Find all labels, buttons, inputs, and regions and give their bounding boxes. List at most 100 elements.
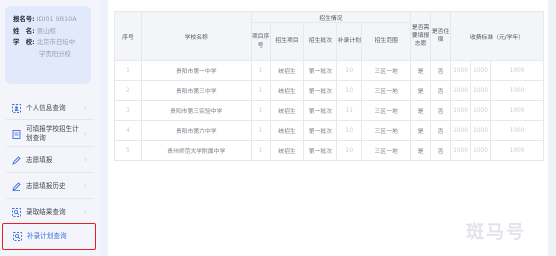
cell-school-name: 贵州师范大学附属中学 xyxy=(140,140,252,161)
header-boarding: 是否住宿 xyxy=(430,11,452,61)
cell-enroll-batch: 第一批次 xyxy=(303,120,338,141)
header-seq: 序号 xyxy=(114,11,142,61)
cell-fee: 1000 xyxy=(450,80,472,101)
cell-supp-plan: 10 xyxy=(336,140,363,161)
cell-enroll-range: 三区一地 xyxy=(361,60,412,81)
cell-enroll-project: 统招生 xyxy=(269,80,305,101)
cell-school-name: 贵阳市第三中学 xyxy=(140,80,252,101)
main-content: 序号 学校名称 招生情况 是否需要填报志愿 是否住宿 收费标准（元/学年） 项目… xyxy=(108,0,548,256)
cell-fee: 1000 xyxy=(490,140,544,161)
cell-boarding: 否 xyxy=(430,100,452,121)
cell-enroll-project: 统招生 xyxy=(269,140,305,161)
cell-need-fill: 是 xyxy=(410,80,432,101)
history-edit-icon xyxy=(11,181,21,191)
cell-fee: 1000 xyxy=(490,80,544,101)
name-value: 贾山权 xyxy=(36,26,56,35)
cell-fee: 1000 xyxy=(450,60,472,81)
school-value: 北京市日坛中 xyxy=(36,38,76,46)
cell-project-seq: 1 xyxy=(250,120,271,141)
sidebar-item-label: 个人信息查询 xyxy=(26,103,66,112)
cell-need-fill: 是 xyxy=(410,100,432,121)
cell-project-seq: 1 xyxy=(250,60,271,81)
cell-boarding: 否 xyxy=(430,80,452,101)
cell-school-name: 贵阳市第三实验中学 xyxy=(140,100,252,121)
cell-need-fill: 是 xyxy=(410,60,432,81)
table-row: 4 贵阳市第六中学 1 统招生 第一批次 10 三区一地是否 1000 1000 1000 xyxy=(114,120,544,141)
sidebar-item-personal-info[interactable]: 个人信息查询 › xyxy=(0,95,98,121)
sidebar-item-label: 可填报学校招生计划查询 xyxy=(26,125,79,142)
cell-enroll-range: 三区一地 xyxy=(361,100,412,121)
chevron-right-icon: › xyxy=(84,156,87,164)
cell-seq: 2 xyxy=(114,80,142,101)
header-enroll-batch: 招生批次 xyxy=(303,22,338,61)
document-icon xyxy=(11,129,21,139)
header-enroll-range: 招生范围 xyxy=(361,22,412,61)
header-need-fill: 是否需要填报志愿 xyxy=(410,11,432,61)
cell-seq: 1 xyxy=(114,60,142,81)
cell-enroll-batch: 第一批次 xyxy=(303,80,338,101)
cell-boarding: 否 xyxy=(430,120,452,141)
cell-seq: 5 xyxy=(114,140,142,161)
sidebar-item-admission-result[interactable]: 录取结果查询 › xyxy=(0,199,98,225)
chevron-right-icon: › xyxy=(84,130,87,138)
school-label: 学 校: xyxy=(13,38,35,46)
cell-enroll-batch: 第一批次 xyxy=(303,100,338,121)
cell-seq: 4 xyxy=(114,120,142,141)
cell-seq: 3 xyxy=(114,100,142,121)
cell-fee: 1000 xyxy=(490,120,544,141)
header-fee: 收费标准（元/学年） xyxy=(450,11,544,61)
cell-boarding: 否 xyxy=(430,140,452,161)
plan-search-icon xyxy=(12,232,22,242)
cell-boarding: 否 xyxy=(430,60,452,81)
cell-school-name: 贵阳市第六中学 xyxy=(140,120,252,141)
cell-supp-plan: 10 xyxy=(336,60,363,81)
header-project-seq: 项目序号 xyxy=(250,22,271,61)
sidebar-item-volunteer-history[interactable]: 志愿填报历史 › xyxy=(0,173,98,199)
cell-fee: 1000 xyxy=(490,100,544,121)
cell-enroll-project: 统招生 xyxy=(269,120,305,141)
sidebar-item-label: 补录计划查询 xyxy=(27,232,67,240)
sidebar-item-volunteer-fill[interactable]: 志愿填报 › xyxy=(0,147,98,173)
header-school-name: 学校名称 xyxy=(140,11,252,61)
reg-number-label: 报名号: xyxy=(13,15,35,23)
cell-need-fill: 是 xyxy=(410,140,432,161)
cell-project-seq: 1 xyxy=(250,80,271,101)
cell-project-seq: 1 xyxy=(250,100,271,121)
edit-icon xyxy=(11,155,21,165)
profile-card: 报名号: IDI01 9B10A 姓 名: 贾山权 学 校: 北京市日坛中 学贵… xyxy=(5,6,91,84)
sidebar-item-label: 志愿填报 xyxy=(26,155,53,164)
reg-number-value: IDI01 9B10A xyxy=(36,15,77,23)
name-label: 姓 名: xyxy=(13,26,35,35)
cell-supp-plan: 10 xyxy=(336,80,363,101)
cell-fee: 1000 xyxy=(470,60,492,81)
school-value-cont: 学贵阳分校 xyxy=(39,49,71,58)
sidebar-item-plan-query[interactable]: 可填报学校招生计划查询 › xyxy=(0,121,98,147)
header-enroll-group: 招生情况 xyxy=(250,11,412,23)
cell-supp-plan: 10 xyxy=(336,120,363,141)
cell-enroll-range: 三区一地 xyxy=(361,140,412,161)
cell-fee: 1000 xyxy=(470,100,492,121)
cell-enroll-range: 三区一地 xyxy=(361,120,412,141)
cell-fee: 1000 xyxy=(470,120,492,141)
supplement-plan-table: 序号 学校名称 招生情况 是否需要填报志愿 是否住宿 收费标准（元/学年） 项目… xyxy=(114,11,544,161)
header-enroll-project: 招生项目 xyxy=(269,22,305,61)
table-row: 1 贵阳市第一中学 1 统招生 第一批次 10 三区一地是否 1000 1000 1000 xyxy=(114,60,544,81)
cell-enroll-project: 统招生 xyxy=(269,100,305,121)
cell-supp-plan: 11 xyxy=(336,100,363,121)
header-supp-plan: 补录计划 xyxy=(336,22,363,61)
cell-fee: 1000 xyxy=(450,100,472,121)
cell-fee: 1000 xyxy=(450,120,472,141)
chevron-right-icon: › xyxy=(84,208,87,216)
cell-project-seq: 1 xyxy=(250,140,271,161)
chevron-right-icon: › xyxy=(84,182,87,190)
table-row: 2 贵阳市第三中学 1 统招生 第一批次 10 三区一地是否 1000 1000 1000 xyxy=(114,80,544,101)
cell-enroll-range: 三区一地 xyxy=(361,80,412,101)
cell-enroll-batch: 第一批次 xyxy=(303,60,338,81)
cell-school-name: 贵阳市第一中学 xyxy=(140,60,252,81)
cell-fee: 1000 xyxy=(490,60,544,81)
sidebar: 报名号: IDI01 9B10A 姓 名: 贾山权 学 校: 北京市日坛中 学贵… xyxy=(0,0,100,256)
sidebar-item-supplement-plan[interactable]: 补录计划查询 xyxy=(2,223,96,250)
search-result-icon xyxy=(11,207,21,217)
cell-fee: 1000 xyxy=(470,140,492,161)
cell-enroll-project: 统招生 xyxy=(269,60,305,81)
